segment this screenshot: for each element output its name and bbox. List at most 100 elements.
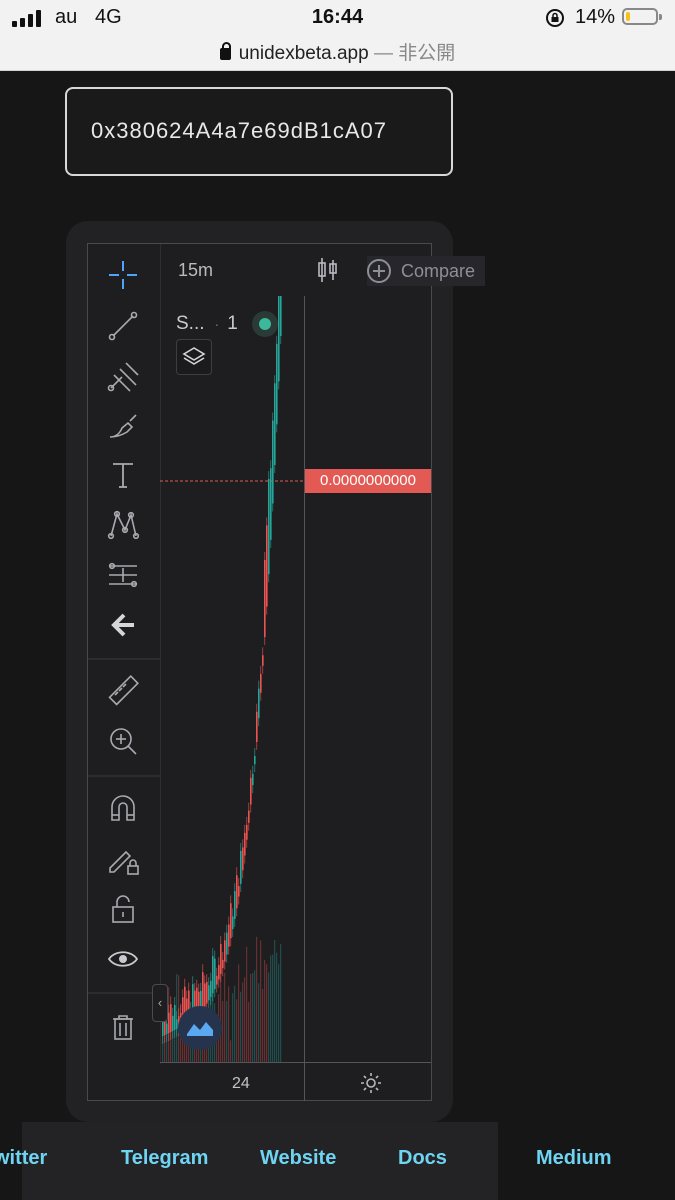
tradingview-widget: 15m Compare S... · 1 0.0000000000 24 ‹ [87, 243, 486, 1101]
volume-bar [240, 991, 242, 1062]
battery-icon [622, 8, 662, 25]
toolbar-divider [88, 992, 160, 994]
volume-bar [274, 939, 276, 1062]
candle-body [222, 959, 224, 969]
privacy-label: 非公開 [398, 43, 456, 64]
add-circle-icon [367, 259, 391, 283]
axis-corner-divider [304, 1063, 305, 1101]
browser-top-bar: au 4G 16:44 14% unidexbeta.app — 非公開 [0, 0, 675, 71]
volume-bar [238, 964, 240, 1062]
volume-bar [260, 940, 262, 1062]
lock-drawing-icon[interactable] [106, 842, 140, 876]
zoom-in-icon[interactable] [106, 724, 140, 758]
time-axis[interactable]: 24 [160, 1062, 431, 1101]
time-axis-tick: 24 [232, 1075, 250, 1092]
volume-bar [242, 982, 244, 1062]
volume-bar [246, 946, 248, 1062]
volume-bar [268, 972, 270, 1062]
text-icon[interactable] [106, 458, 140, 492]
token-address-input[interactable]: 0x380624A4a7e69dB1cA07 [65, 87, 453, 176]
candle-body [224, 940, 226, 962]
trend-line-icon[interactable] [106, 309, 140, 343]
candle-body [254, 755, 256, 765]
magnet-icon[interactable] [106, 792, 140, 826]
candle-body [274, 383, 276, 466]
candle-body [220, 943, 222, 975]
candle-body [218, 965, 220, 980]
gear-icon[interactable] [359, 1071, 383, 1095]
candle-body [268, 479, 270, 575]
trash-icon[interactable] [106, 1010, 140, 1044]
volume-bar [168, 987, 170, 1062]
timeframe-button[interactable]: 15m [178, 260, 213, 281]
volume-bar [170, 1007, 172, 1062]
unlock-icon[interactable] [106, 892, 140, 926]
clock: 16:44 [311, 6, 364, 28]
footer-link-telegram[interactable]: Telegram [121, 1147, 208, 1170]
url-text: unidexbeta.app [238, 43, 369, 64]
volume-bar [176, 974, 178, 1062]
ruler-icon[interactable] [106, 674, 140, 708]
volume-bar [270, 955, 272, 1062]
collapse-toolbar-button[interactable]: ‹ [152, 984, 168, 1022]
toolbar-divider [88, 775, 160, 777]
address-bar[interactable]: unidexbeta.app — 非公開 [0, 38, 675, 65]
candle-body [232, 916, 234, 930]
candle-body [206, 981, 208, 1004]
volume-bar [256, 936, 258, 1062]
volume-bar [232, 993, 234, 1062]
compare-label: Compare [401, 260, 476, 281]
candlestick-chart[interactable] [160, 296, 304, 1062]
volume-bar [244, 977, 246, 1062]
candle-body [208, 985, 210, 1001]
padlock-icon [219, 42, 231, 60]
drawing-toolbar [88, 244, 161, 1064]
candle-body [174, 1005, 176, 1030]
brush-icon[interactable] [106, 409, 140, 443]
chart-header-toolbar: 15m Compare [160, 244, 486, 296]
pattern-icon[interactable] [106, 508, 140, 542]
volume-bar [224, 972, 226, 1062]
candle-body [278, 296, 280, 382]
candle-body [262, 655, 264, 666]
candle-body [258, 688, 260, 719]
candle-body [280, 296, 282, 336]
volume-bar [264, 959, 266, 1062]
battery-percent: 14% [575, 6, 616, 28]
rotation-lock-icon [546, 9, 564, 27]
compare-button[interactable]: Compare [367, 256, 486, 286]
crosshair-icon[interactable] [106, 258, 140, 292]
candle-body [266, 525, 268, 607]
candle-body [264, 559, 266, 638]
pitchfork-icon[interactable] [106, 359, 140, 393]
footer-link-twitter[interactable]: witter [0, 1147, 47, 1170]
candle-body [226, 932, 228, 955]
candle-body [250, 777, 252, 805]
candle-body [276, 343, 278, 425]
eye-icon[interactable] [106, 942, 140, 976]
candle-body [246, 824, 248, 840]
volume-bar [228, 986, 230, 1062]
candle-body [230, 903, 232, 939]
candle-body [216, 975, 218, 985]
volume-bar [254, 970, 256, 1062]
volume-bar [280, 943, 282, 1062]
volume-bar [258, 983, 260, 1062]
volume-bar [266, 964, 268, 1062]
tradingview-logo[interactable] [178, 1006, 222, 1050]
candlestick-icon[interactable] [316, 256, 340, 284]
volume-bar [174, 1029, 176, 1062]
back-arrow-icon[interactable] [106, 608, 140, 642]
volume-bar [250, 973, 252, 1062]
candle-body [202, 972, 204, 1009]
url-separator: — [373, 43, 393, 64]
price-axis[interactable] [304, 296, 432, 1062]
footer-link-website[interactable]: Website [260, 1147, 336, 1170]
candle-body [272, 420, 274, 504]
last-price-label: 0.0000000000 [305, 469, 431, 493]
footer-link-medium[interactable]: Medium [536, 1147, 612, 1170]
volume-bar [226, 1000, 228, 1062]
volume-bar [248, 1001, 250, 1062]
measure-icon[interactable] [106, 558, 140, 592]
footer-link-docs[interactable]: Docs [398, 1147, 447, 1170]
